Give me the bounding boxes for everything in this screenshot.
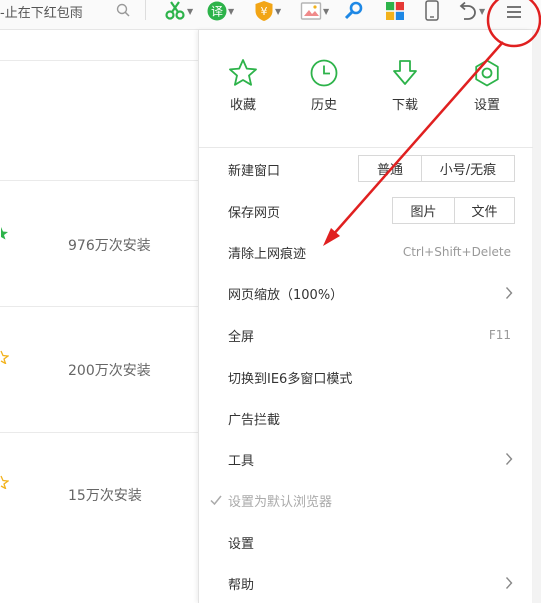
menu-item-label: 全屏 (228, 329, 255, 345)
menu-item-shortcut: Ctrl+Shift+Delete (402, 245, 511, 259)
menu-item-shortcut: F11 (488, 328, 511, 342)
main-menu-panel: 收藏 历史 下载 设置 新建窗口 普通 小号/无痕 保存网页 图片 文件 清除上… (198, 30, 533, 603)
star-icon (1, 227, 8, 240)
favorites-button[interactable]: 收藏 (213, 58, 273, 113)
translate-button[interactable]: 译 ▼ (207, 0, 234, 22)
divider (0, 432, 198, 433)
phone-icon (425, 0, 439, 21)
menu-item-label: 保存网页 (228, 205, 281, 221)
save-as-image-button[interactable]: 图片 (393, 198, 454, 223)
shield-icon: ¥ (255, 1, 273, 21)
chevron-down-icon: ▼ (187, 6, 194, 16)
find-button[interactable] (343, 0, 365, 22)
star-icon (229, 59, 257, 86)
menu-item-label: 帮助 (228, 577, 255, 593)
settings-button[interactable]: 设置 (457, 58, 517, 113)
menu-item-label: 网页缩放（100%） (228, 287, 344, 303)
save-as-file-button[interactable]: 文件 (454, 198, 514, 223)
menu-item-fullscreen[interactable]: 全屏 F11 (199, 318, 533, 352)
menu-item-tools[interactable]: 工具 (199, 442, 533, 476)
chevron-down-icon: ▼ (479, 6, 486, 16)
checkmark-icon (210, 495, 222, 506)
chevron-down-icon: ▼ (275, 6, 282, 16)
save-page-options: 图片 文件 (392, 197, 515, 224)
divider (0, 180, 198, 181)
browser-toolbar: -止在下红包雨 ▼ 译 ▼ ¥ ▼ ▼ ▼ (0, 0, 541, 30)
image-icon (300, 2, 322, 20)
search-icon[interactable] (115, 2, 131, 18)
menu-item-default-browser: 设置为默认浏览器 (199, 483, 533, 517)
menu-item-ad-block[interactable]: 广告拦截 (199, 401, 533, 435)
scissors-icon (165, 1, 185, 20)
menu-item-label: 设置为默认浏览器 (228, 494, 333, 510)
mobile-button[interactable] (424, 0, 440, 22)
download-icon (393, 60, 417, 85)
search-hint-text: -止在下红包雨 (0, 5, 83, 21)
menu-item-label: 工具 (228, 453, 255, 469)
menu-item-new-window[interactable]: 新建窗口 普通 小号/无痕 (199, 152, 533, 186)
gear-icon (475, 59, 499, 87)
divider (0, 306, 198, 307)
new-window-normal-button[interactable]: 普通 (359, 156, 421, 181)
install-count: 15万次安装 (68, 488, 142, 504)
chevron-right-icon (505, 287, 513, 299)
security-button[interactable]: ¥ ▼ (254, 0, 281, 22)
downloads-label: 下载 (391, 98, 418, 113)
chevron-down-icon: ▼ (228, 6, 235, 16)
menu-item-help[interactable]: 帮助 (199, 566, 533, 600)
chevron-down-icon: ▼ (323, 6, 330, 16)
new-window-incognito-button[interactable]: 小号/无痕 (421, 156, 514, 181)
undo-icon (459, 1, 476, 20)
toolbar-separator (145, 0, 146, 20)
menu-item-zoom[interactable]: 网页缩放（100%） (199, 276, 533, 310)
favorites-label: 收藏 (229, 98, 256, 113)
shield-glyph: ¥ (261, 5, 268, 18)
divider (0, 60, 198, 61)
downloads-button[interactable]: 下载 (375, 58, 435, 113)
search-box[interactable]: -止在下红包雨 (0, 0, 136, 22)
chevron-right-icon (505, 453, 513, 465)
star-icon (0, 475, 9, 489)
translate-glyph: 译 (211, 5, 223, 19)
clock-icon (310, 59, 338, 87)
menu-item-clear-traces[interactable]: 清除上网痕迹 Ctrl+Shift+Delete (199, 235, 533, 269)
install-count: 200万次安装 (68, 363, 151, 379)
menu-item-label: 新建窗口 (228, 163, 281, 179)
settings-label: 设置 (473, 98, 500, 113)
star-icon (0, 350, 9, 364)
menu-item-save-page[interactable]: 保存网页 图片 文件 (199, 194, 533, 228)
new-window-options: 普通 小号/无痕 (358, 155, 515, 182)
chevron-right-icon (505, 577, 513, 589)
menu-item-ie6-mode[interactable]: 切换到IE6多窗口模式 (199, 360, 533, 394)
search-icon (344, 1, 363, 20)
undo-button[interactable]: ▼ (458, 0, 485, 22)
menu-item-label: 清除上网痕迹 (228, 246, 307, 262)
main-menu-button[interactable] (498, 0, 530, 24)
menu-icon (507, 6, 521, 18)
apps-button[interactable] (385, 0, 405, 22)
menu-item-label: 广告拦截 (228, 412, 281, 428)
screenshot-tool-button[interactable]: ▼ (164, 0, 193, 22)
apps-icon (386, 2, 404, 20)
translate-icon: 译 (207, 1, 227, 21)
install-count: 976万次安装 (68, 238, 151, 254)
page-content: 976万次安装 200万次安装 15万次安装 (0, 30, 198, 603)
history-button[interactable]: 历史 (294, 58, 354, 113)
image-tool-button[interactable]: ▼ (300, 0, 329, 22)
divider (199, 147, 533, 148)
history-label: 历史 (310, 98, 337, 113)
scrollbar-track[interactable] (532, 30, 541, 603)
menu-item-settings[interactable]: 设置 (199, 525, 533, 559)
menu-item-label: 切换到IE6多窗口模式 (228, 371, 353, 387)
menu-item-label: 设置 (228, 536, 255, 552)
